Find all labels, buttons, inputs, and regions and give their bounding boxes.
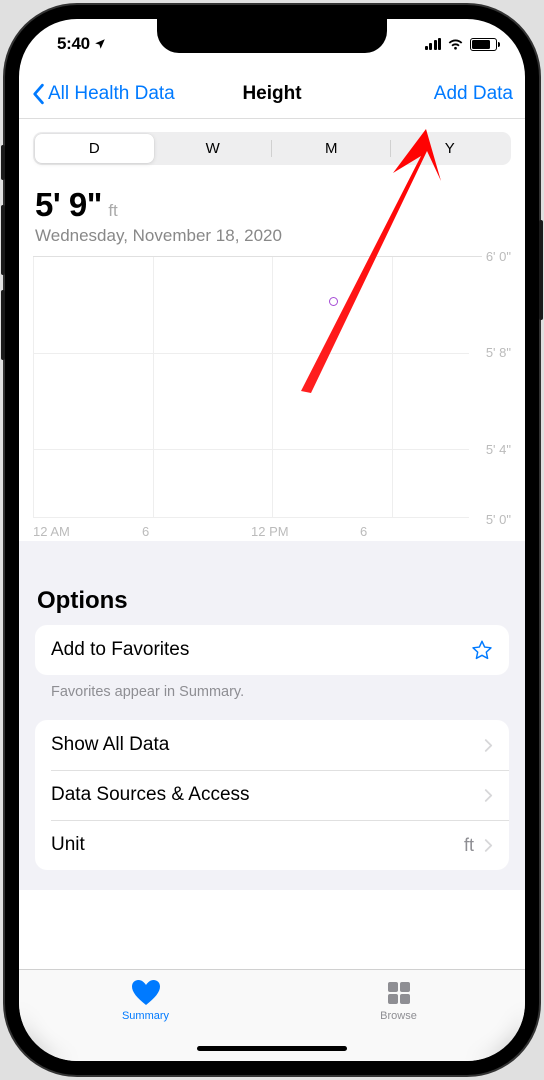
sources-label: Data Sources & Access xyxy=(51,784,250,806)
segment-day[interactable]: D xyxy=(35,134,154,163)
x-axis-labels: 12 AM 6 12 PM 6 xyxy=(33,524,469,539)
add-to-favorites-cell[interactable]: Add to Favorites xyxy=(35,625,509,675)
star-icon xyxy=(471,639,493,661)
chevron-left-icon xyxy=(31,83,45,105)
height-value: 5' 9" xyxy=(35,186,102,224)
phone-frame: 5:40 All Health Data Height Add Data xyxy=(5,5,539,1075)
add-data-button[interactable]: Add Data xyxy=(434,83,513,105)
y-tick-2: 5' 4" xyxy=(482,442,511,457)
y-tick-1: 5' 8" xyxy=(482,345,511,360)
chevron-right-icon xyxy=(484,838,493,853)
measurement-date: Wednesday, November 18, 2020 xyxy=(35,226,509,246)
home-indicator[interactable] xyxy=(197,1046,347,1051)
location-icon xyxy=(94,38,106,50)
segment-year[interactable]: Y xyxy=(391,134,510,163)
tab-bar: Summary Browse xyxy=(19,969,525,1061)
time-range-segment: D W M Y xyxy=(33,132,511,165)
unit-value: ft xyxy=(464,835,474,856)
power-button xyxy=(539,220,543,320)
tab-summary-label: Summary xyxy=(122,1010,169,1022)
grid-icon xyxy=(384,979,414,1007)
volume-up xyxy=(1,205,5,275)
segment-month[interactable]: M xyxy=(272,134,391,163)
clock: 5:40 xyxy=(57,34,90,54)
back-button[interactable]: All Health Data xyxy=(31,83,175,105)
wifi-icon xyxy=(447,38,464,51)
battery-icon xyxy=(470,38,497,51)
tab-browse-label: Browse xyxy=(380,1010,417,1022)
notch xyxy=(157,19,387,53)
screen: 5:40 All Health Data Height Add Data xyxy=(19,19,525,1061)
page-title: Height xyxy=(242,83,301,105)
show-all-data-cell[interactable]: Show All Data xyxy=(35,720,509,770)
chevron-right-icon xyxy=(484,738,493,753)
back-label: All Health Data xyxy=(48,83,175,105)
measurement-block: 5' 9" ft Wednesday, November 18, 2020 xyxy=(19,173,525,250)
y-tick-0: 6' 0" xyxy=(482,249,511,264)
segment-week[interactable]: W xyxy=(154,134,273,163)
favorites-footnote: Favorites appear in Summary. xyxy=(35,675,509,720)
unit-label: Unit xyxy=(51,834,85,856)
cellular-signal-icon xyxy=(425,38,442,50)
chevron-right-icon xyxy=(484,788,493,803)
show-all-label: Show All Data xyxy=(51,734,169,756)
favorites-label: Add to Favorites xyxy=(51,639,189,661)
volume-down xyxy=(1,290,5,360)
height-unit: ft xyxy=(108,201,117,220)
nav-bar: All Health Data Height Add Data xyxy=(19,69,525,119)
data-point[interactable] xyxy=(329,297,338,306)
mute-switch xyxy=(1,145,5,180)
heart-icon xyxy=(131,979,161,1007)
unit-cell[interactable]: Unit ft xyxy=(35,820,509,870)
height-chart[interactable]: 6' 0" 5' 8" 5' 4" 5' 0" 12 AM 6 12 PM 6 xyxy=(33,256,511,541)
data-sources-cell[interactable]: Data Sources & Access xyxy=(35,770,509,820)
options-section: Options Add to Favorites Favorites appea… xyxy=(19,581,525,890)
options-heading: Options xyxy=(35,581,509,625)
y-tick-3: 5' 0" xyxy=(482,512,511,527)
content: D W M Y 5' 9" ft Wednesday, November 18,… xyxy=(19,119,525,969)
